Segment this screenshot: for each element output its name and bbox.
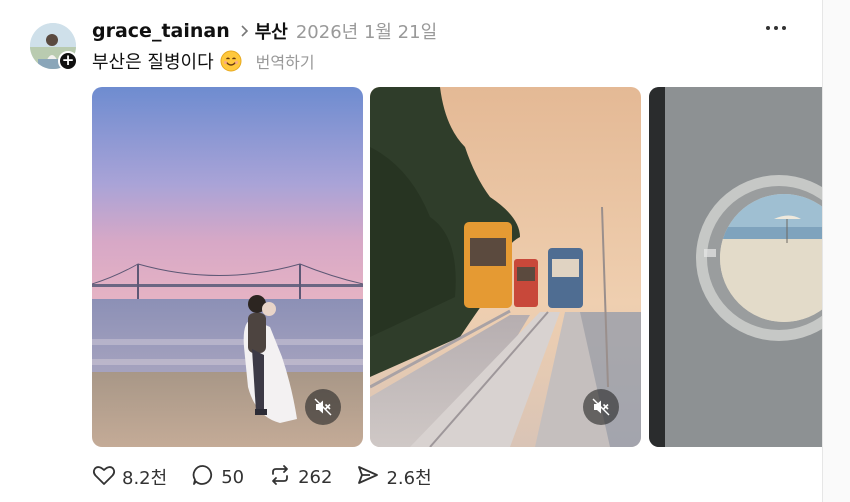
more-horizontal-icon[interactable] [766,26,786,30]
send-icon [356,463,380,491]
like-count: 8.2천 [122,468,168,489]
topic-tag[interactable]: 부산 [255,18,288,44]
author-username[interactable]: grace_tainan [92,20,230,42]
post-actions: 8.2천 50 262 2.6천 [92,463,456,491]
post-header: grace_tainan 부산 2026년 1월 21일 [92,17,437,45]
reply-button[interactable]: 50 [191,463,244,491]
repost-count: 262 [298,466,333,488]
share-button[interactable]: 2.6천 [356,463,432,491]
right-gutter [823,0,850,502]
caption-text: 부산은 질병이다 [92,52,214,73]
post-date[interactable]: 2026년 1월 21일 [296,18,437,44]
media-video-sky-capsule-trams[interactable] [370,87,641,447]
repost-button[interactable]: 262 [268,463,332,491]
translate-link[interactable]: 번역하기 [256,49,315,73]
reply-count: 50 [221,466,245,488]
thread-post: + grace_tainan 부산 2026년 1월 21일 부산은 질병이다 … [0,0,822,502]
smiling-face-emoji-icon [220,50,242,72]
like-button[interactable]: 8.2천 [92,464,167,490]
share-count: 2.6천 [386,468,432,489]
media-video-beach-couple[interactable] [92,87,363,447]
post-caption: 부산은 질병이다 번역하기 [92,47,315,75]
media-image-round-window[interactable] [649,87,822,447]
repost-arrows-icon [268,463,292,491]
speaker-muted-icon[interactable] [583,389,619,425]
follow-plus-icon[interactable]: + [58,51,78,71]
comment-bubble-icon [191,463,215,491]
speaker-muted-icon[interactable] [305,389,341,425]
chevron-right-icon [240,24,249,38]
author-avatar-wrapper[interactable]: + [30,23,78,71]
heart-icon [92,464,116,490]
